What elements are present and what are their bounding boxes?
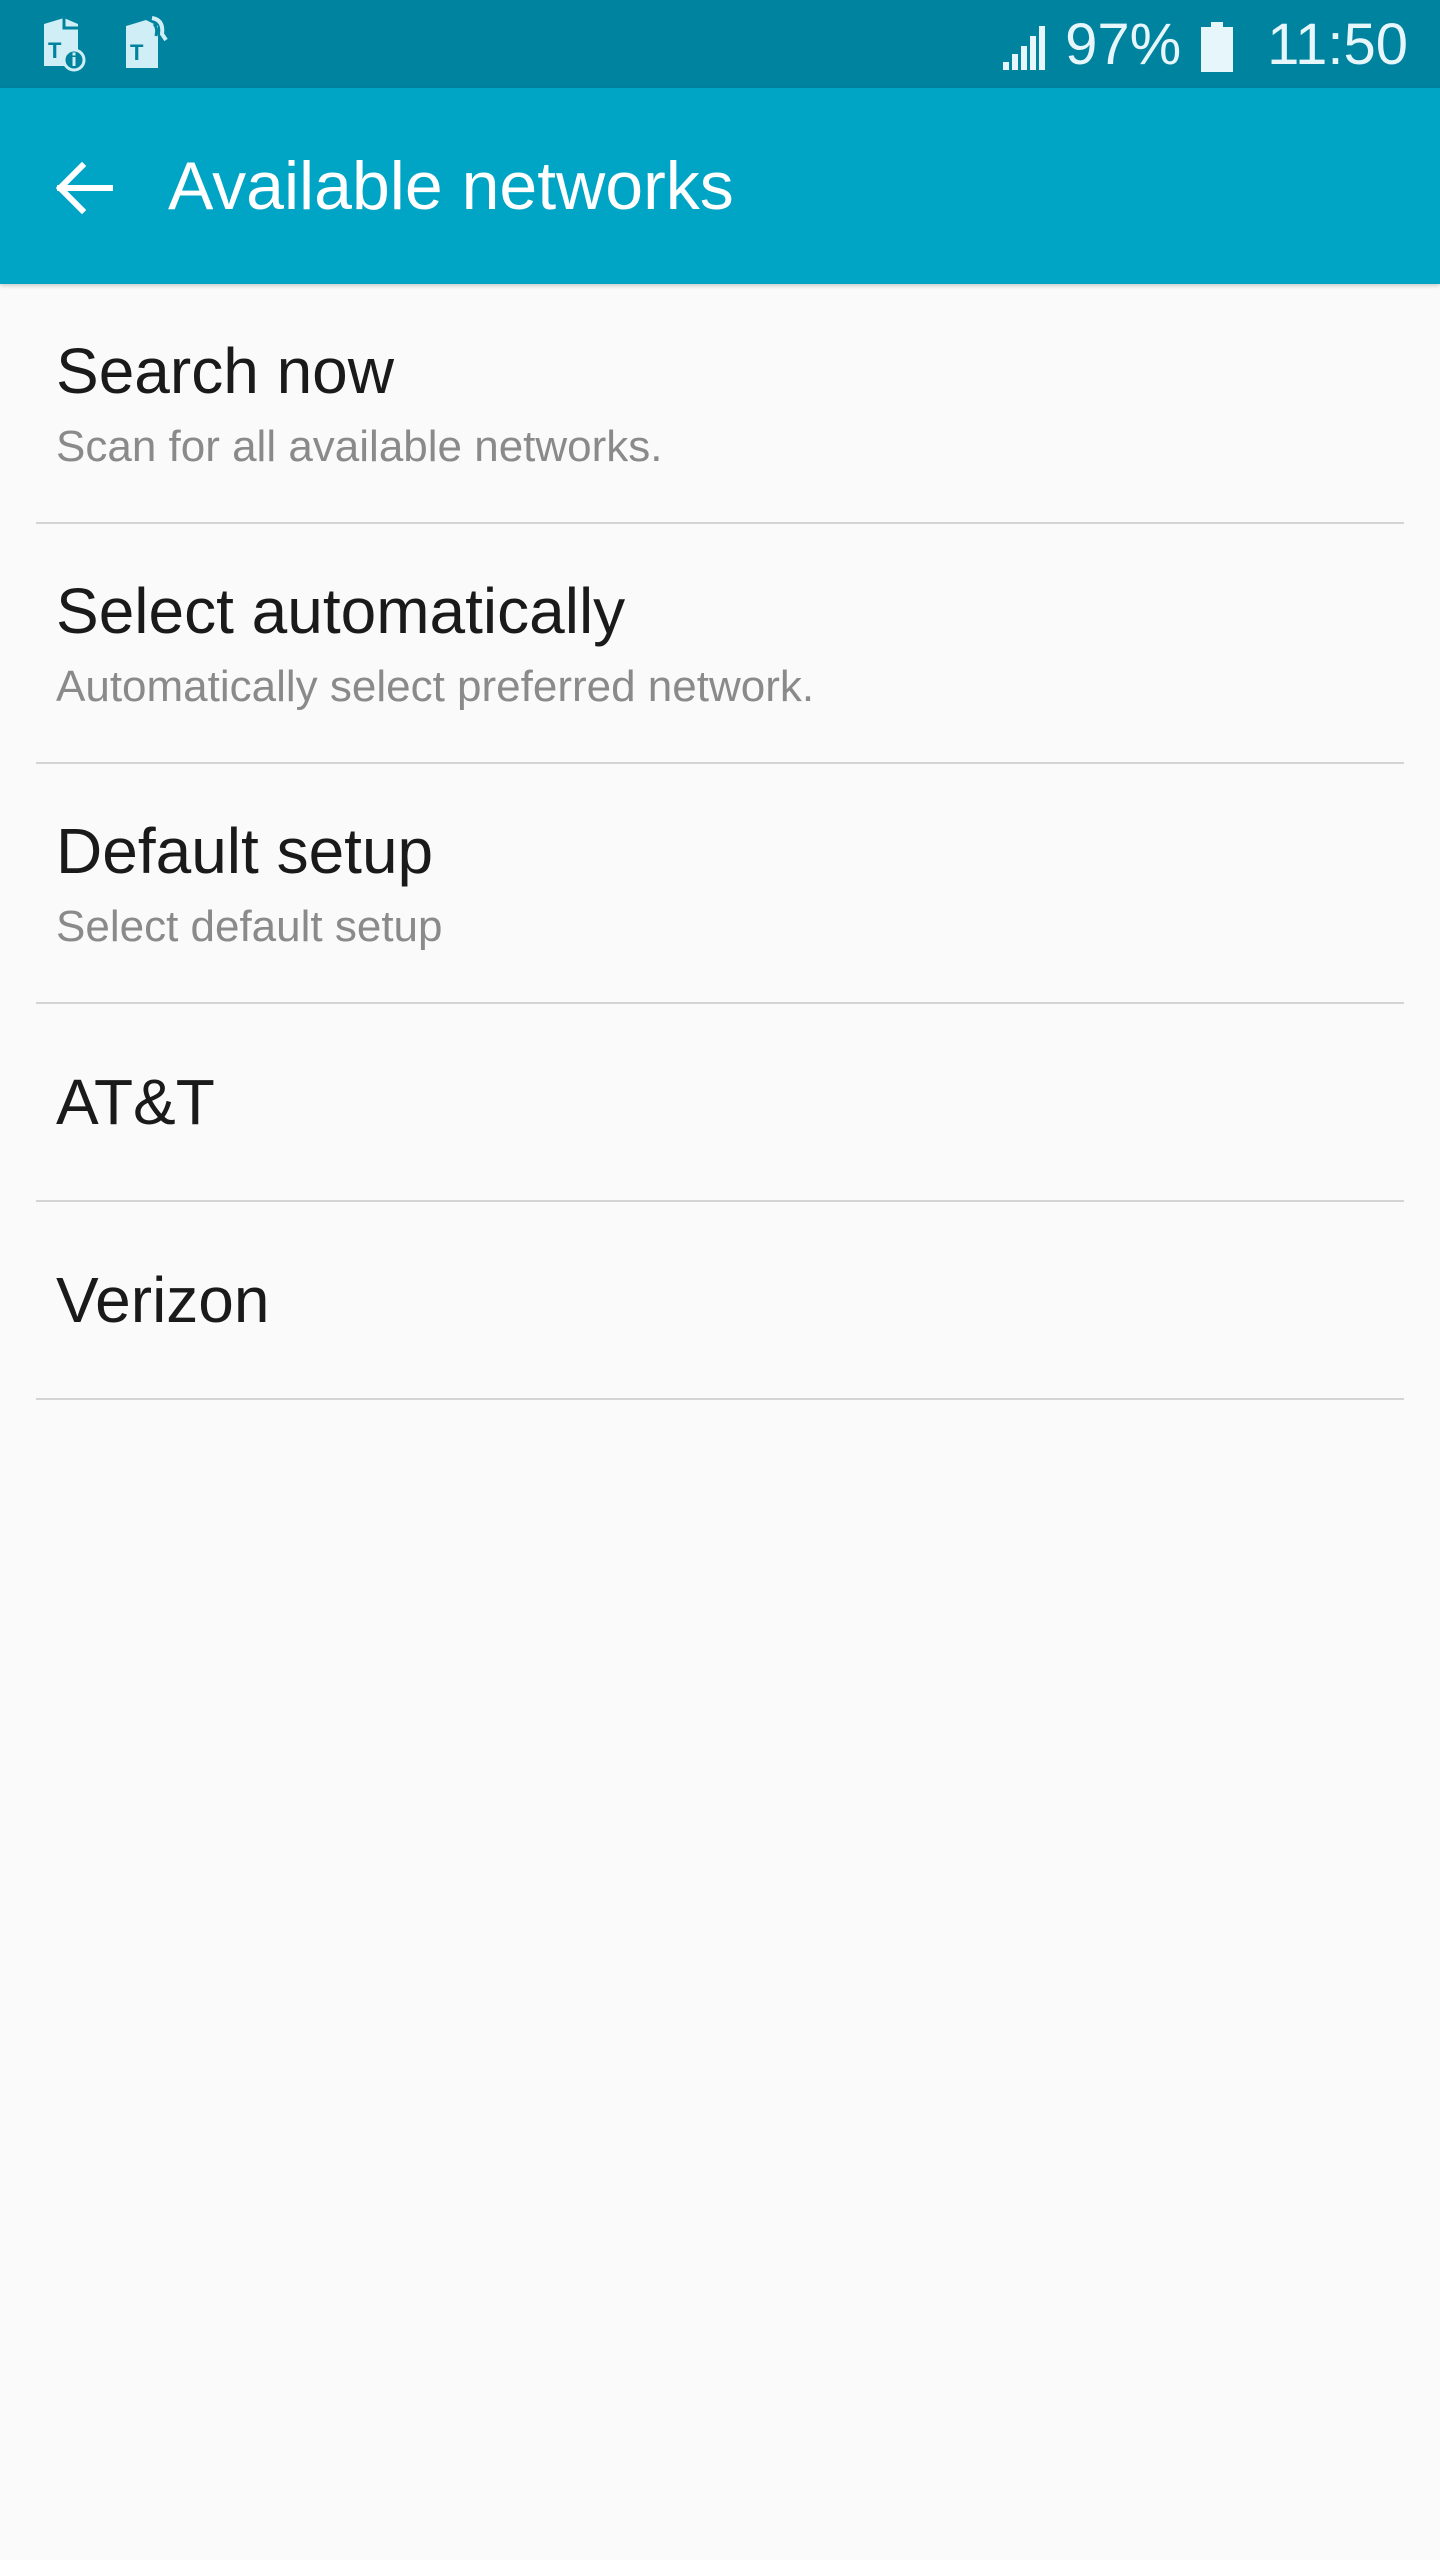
- clock: 11:50: [1267, 11, 1408, 77]
- list-item-verizon[interactable]: Verizon: [0, 1202, 1440, 1400]
- cellular-signal-icon: [1001, 19, 1051, 70]
- list-item-select-automatically[interactable]: Select automatically Automatically selec…: [0, 524, 1440, 764]
- page-title: Available networks: [168, 148, 734, 224]
- svg-text:T: T: [48, 38, 62, 63]
- battery-percent: 97%: [1065, 11, 1182, 77]
- item-title: Default setup: [56, 815, 434, 887]
- sim-card-info-icon: T: [34, 14, 88, 72]
- list-item-search-now[interactable]: Search now Scan for all available networ…: [0, 284, 1440, 524]
- battery-icon: [1201, 19, 1234, 72]
- list-item-att[interactable]: AT&T: [0, 1004, 1440, 1202]
- item-title: Select automatically: [56, 575, 626, 647]
- svg-text:T: T: [130, 40, 144, 65]
- item-title: Verizon: [56, 1264, 270, 1336]
- sim-card-alert-icon: T: [118, 14, 172, 72]
- app-bar: Available networks: [0, 88, 1440, 284]
- back-arrow-icon: [52, 160, 116, 221]
- item-subtitle: Scan for all available networks.: [56, 422, 663, 471]
- status-indicators: 97% 11:50: [1001, 0, 1408, 88]
- item-title: AT&T: [56, 1066, 215, 1138]
- divider: [36, 1398, 1404, 1400]
- item-subtitle: Automatically select preferred network.: [56, 662, 815, 711]
- notification-icons: T T: [34, 14, 172, 72]
- item-title: Search now: [56, 335, 394, 407]
- status-bar: T T 97% 11:50: [0, 0, 1440, 88]
- back-button[interactable]: [34, 140, 134, 240]
- item-subtitle: Select default setup: [56, 902, 443, 951]
- list-item-default-setup[interactable]: Default setup Select default setup: [0, 764, 1440, 1004]
- network-options-list: Search now Scan for all available networ…: [0, 284, 1440, 1400]
